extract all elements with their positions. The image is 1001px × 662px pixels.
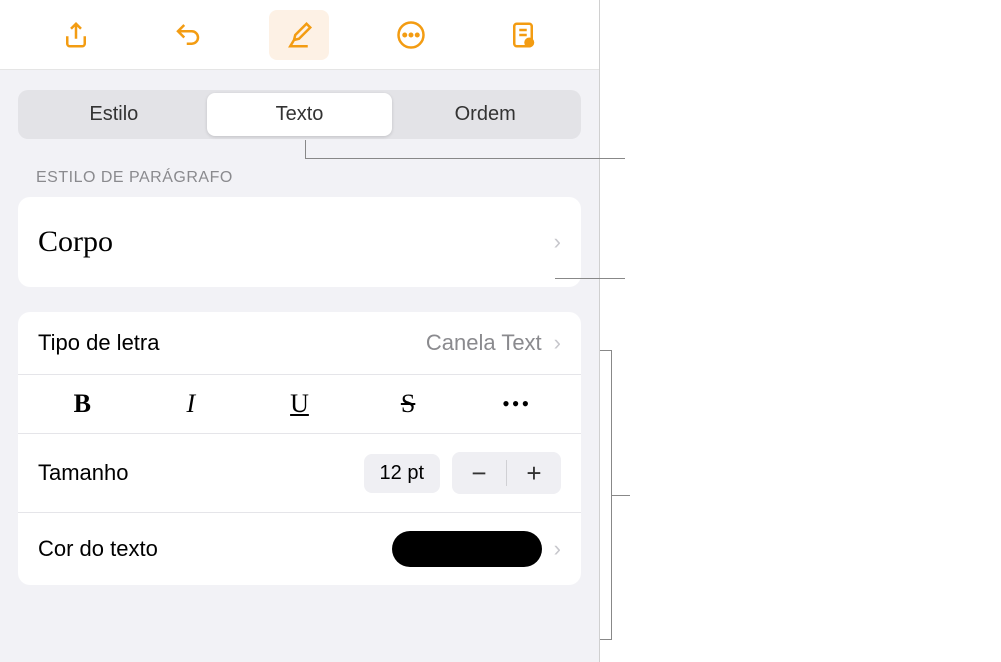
paragraph-style-card: Corpo ›	[18, 197, 581, 287]
font-settings-card: Tipo de letra Canela Text › B I U S ••• …	[18, 312, 581, 585]
reader-icon	[508, 20, 538, 50]
more-circle-icon	[396, 20, 426, 50]
undo-button[interactable]	[158, 10, 218, 60]
text-style-row: B I U S •••	[18, 375, 581, 434]
size-increase-button[interactable]: +	[507, 452, 561, 494]
format-brush-icon	[284, 20, 314, 50]
text-color-label: Cor do texto	[38, 536, 158, 562]
size-label: Tamanho	[38, 460, 129, 486]
paragraph-style-row[interactable]: Corpo ›	[18, 197, 581, 287]
underline-button[interactable]: U	[245, 389, 354, 419]
callout-line	[612, 495, 630, 496]
format-panel: Estilo Texto Ordem ESTILO DE PARÁGRAFO C…	[0, 0, 600, 662]
share-button[interactable]	[46, 10, 106, 60]
share-icon	[61, 20, 91, 50]
paragraph-style-name: Corpo	[38, 225, 113, 259]
size-decrease-button[interactable]: −	[452, 452, 506, 494]
format-button[interactable]	[269, 10, 329, 60]
tab-style[interactable]: Estilo	[21, 93, 207, 136]
chevron-right-icon: ›	[554, 536, 561, 562]
tab-order[interactable]: Ordem	[392, 93, 578, 136]
font-row[interactable]: Tipo de letra Canela Text ›	[18, 312, 581, 375]
paragraph-style-header: ESTILO DE PARÁGRAFO	[18, 169, 581, 187]
size-stepper: − +	[452, 452, 561, 494]
undo-icon	[173, 20, 203, 50]
more-button[interactable]	[381, 10, 441, 60]
strikethrough-button[interactable]: S	[354, 389, 463, 419]
chevron-right-icon: ›	[554, 229, 561, 255]
tab-text[interactable]: Texto	[207, 93, 393, 136]
size-value[interactable]: 12 pt	[364, 454, 440, 493]
reader-button[interactable]	[493, 10, 553, 60]
callout-bracket	[600, 350, 612, 640]
text-color-row[interactable]: Cor do texto ›	[18, 513, 581, 585]
bold-button[interactable]: B	[28, 389, 137, 419]
size-row: Tamanho 12 pt − +	[18, 434, 581, 513]
callout-line	[305, 158, 625, 159]
italic-button[interactable]: I	[137, 389, 246, 419]
tab-segmented-control: Estilo Texto Ordem	[18, 90, 581, 139]
chevron-right-icon: ›	[554, 330, 561, 356]
color-swatch[interactable]	[392, 531, 542, 567]
font-value: Canela Text	[426, 330, 542, 356]
font-label: Tipo de letra	[38, 330, 159, 356]
more-text-options-button[interactable]: •••	[462, 391, 571, 417]
callout-line	[555, 278, 625, 279]
callout-line	[305, 140, 306, 158]
top-toolbar	[0, 0, 599, 70]
